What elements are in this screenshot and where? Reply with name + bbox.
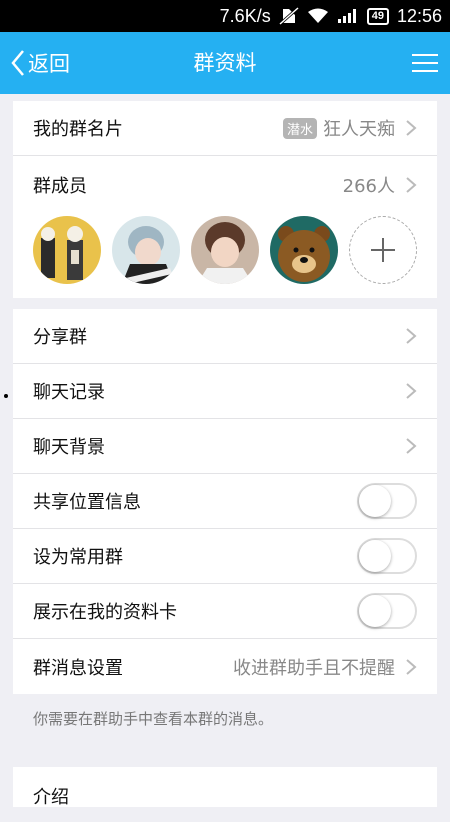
menu-icon[interactable] xyxy=(412,48,438,78)
member-avatar-list xyxy=(13,214,437,298)
frequent-group-toggle[interactable] xyxy=(357,538,417,574)
intro-row[interactable]: 介绍 xyxy=(13,767,437,822)
intro-label: 介绍 xyxy=(33,787,69,808)
chevron-right-icon xyxy=(406,658,417,675)
members-row[interactable]: 群成员 266人 xyxy=(13,156,437,214)
network-speed: 7.6K/s xyxy=(219,5,271,26)
members-label: 群成员 xyxy=(33,176,87,197)
chat-background-row[interactable]: 聊天背景 xyxy=(13,419,437,474)
chat-background-label: 聊天背景 xyxy=(33,437,105,458)
settings-card: 分享群 聊天记录 聊天背景 共享位置信息 设为常用群 展示在我的资料卡 群消息设… xyxy=(13,309,437,694)
chevron-left-icon xyxy=(11,50,24,76)
member-avatar[interactable] xyxy=(191,216,259,284)
my-group-card-label: 我的群名片 xyxy=(33,119,123,140)
battery-icon: 49 xyxy=(366,7,389,25)
mute-icon xyxy=(278,7,299,25)
share-location-label: 共享位置信息 xyxy=(33,492,141,513)
plus-icon xyxy=(371,238,395,262)
decorative-dot xyxy=(4,394,8,398)
member-avatar[interactable] xyxy=(33,216,101,284)
message-settings-value: 收进群助手且不提醒 xyxy=(233,657,395,679)
share-location-row: 共享位置信息 xyxy=(13,474,437,529)
message-settings-label: 群消息设置 xyxy=(33,657,123,679)
frequent-group-row: 设为常用群 xyxy=(13,529,437,584)
chat-history-row[interactable]: 聊天记录 xyxy=(13,364,437,419)
signal-icon xyxy=(337,8,359,24)
group-info-card: 我的群名片 潜水 狂人天痴 群成员 266人 xyxy=(13,101,437,298)
intro-card[interactable]: 介绍 xyxy=(13,767,437,808)
share-location-toggle[interactable] xyxy=(357,483,417,519)
chevron-right-icon xyxy=(406,177,417,193)
show-on-profile-toggle[interactable] xyxy=(357,593,417,629)
message-settings-row[interactable]: 群消息设置 收进群助手且不提醒 xyxy=(13,639,437,694)
status-badge: 潜水 xyxy=(282,117,317,139)
app-header: 返回 群资料 xyxy=(0,32,450,94)
member-avatar[interactable] xyxy=(112,216,180,284)
member-avatar[interactable] xyxy=(270,216,338,284)
clock: 12:56 xyxy=(396,5,442,26)
chevron-right-icon xyxy=(406,438,417,454)
show-on-profile-row: 展示在我的资料卡 xyxy=(13,584,437,639)
my-group-card-row[interactable]: 我的群名片 潜水 狂人天痴 xyxy=(13,101,437,156)
add-member-button[interactable] xyxy=(349,216,417,284)
back-label: 返回 xyxy=(28,52,70,76)
share-group-label: 分享群 xyxy=(33,327,87,348)
chevron-right-icon xyxy=(406,120,417,136)
share-group-row[interactable]: 分享群 xyxy=(13,309,437,364)
chat-history-label: 聊天记录 xyxy=(33,382,105,403)
members-count: 266人 xyxy=(342,176,395,197)
members-section[interactable]: 群成员 266人 xyxy=(13,156,437,298)
message-settings-hint: 你需要在群助手中查看本群的消息。 xyxy=(33,710,274,728)
frequent-group-label: 设为常用群 xyxy=(33,547,123,568)
group-nickname: 狂人天痴 xyxy=(323,119,395,140)
chevron-right-icon xyxy=(406,383,417,399)
wifi-icon xyxy=(307,8,329,24)
show-on-profile-label: 展示在我的资料卡 xyxy=(33,602,177,623)
status-bar: 7.6K/s 49 12:56 xyxy=(0,0,450,32)
back-button[interactable]: 返回 xyxy=(10,32,70,94)
chevron-right-icon xyxy=(406,328,417,344)
